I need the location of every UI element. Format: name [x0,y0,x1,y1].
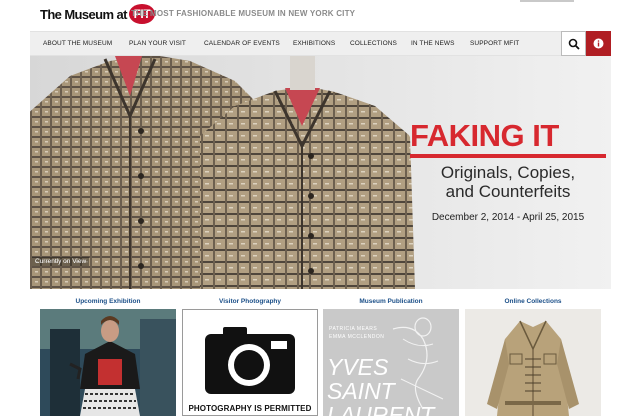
info-button[interactable] [586,31,611,56]
site-header: The Museum at FIT THE MOST FASHIONABLE M… [0,0,640,30]
feature-label-museum-publication[interactable]: Museum Publication [323,298,459,305]
book-title-1: YVES [327,354,389,380]
feature-label-online-collections[interactable]: Online Collections [465,298,601,305]
nav-collections[interactable]: COLLECTIONS [350,32,397,55]
online-collections-image[interactable] [465,309,601,416]
logo-text: The Museum at [40,6,127,22]
runway-model-image [40,309,176,416]
hero-subtitle-line2: and Counterfeits [445,182,571,201]
feature-label-visitor-photography[interactable]: Visitor Photography [182,298,318,305]
nav-support-mfit[interactable]: SUPPORT MFIT [470,32,519,55]
book-title-2: SAINT [327,378,395,404]
nav-exhibitions[interactable]: EXHIBITIONS [293,32,335,55]
photography-permitted-caption: PHOTOGRAPHY IS PERMITTED [188,404,312,413]
nav-about-the-museum[interactable]: ABOUT THE MUSEUM [43,32,112,55]
search-button[interactable] [561,31,586,56]
nav-calendar-of-events[interactable]: CALENDAR OF EVENTS [204,32,280,55]
site-tagline: THE MOST FASHIONABLE MUSEUM IN NEW YORK … [131,9,356,18]
book-author-2: EMMA MCCLENDON [329,334,385,340]
safari-jacket-image [465,309,601,416]
nav-plan-your-visit[interactable]: PLAN YOUR VISIT [129,32,186,55]
upcoming-exhibition-image[interactable] [40,309,176,416]
nav-in-the-news[interactable]: IN THE NEWS [411,32,455,55]
info-icon [593,38,604,49]
museum-publication-cover[interactable]: PATRICIA MEARS EMMA MCCLENDON YVES SAINT… [323,309,459,416]
hero-subtitle-line1: Originals, Copies, [440,163,576,182]
currently-on-view-badge: Currently on View [32,257,90,266]
feature-label-upcoming-exhibition[interactable]: Upcoming Exhibition [40,298,176,305]
camera-icon [205,327,295,394]
main-nav: ABOUT THE MUSEUM PLAN YOUR VISIT CALENDA… [30,31,611,56]
top-search-field[interactable] [520,0,574,2]
book-title-3: LAURENT [327,402,435,416]
hero-banner[interactable]: FAKING IT Originals, Copies, and Counter… [30,56,611,289]
hero-dates: December 2, 2014 - April 25, 2015 [431,212,585,223]
hero-title-rule [410,154,606,158]
hero-title: FAKING IT [410,118,559,153]
search-icon [568,38,580,50]
book-author-1: PATRICIA MEARS [329,326,378,332]
visitor-photography-card[interactable]: PHOTOGRAPHY IS PERMITTED [182,309,318,416]
